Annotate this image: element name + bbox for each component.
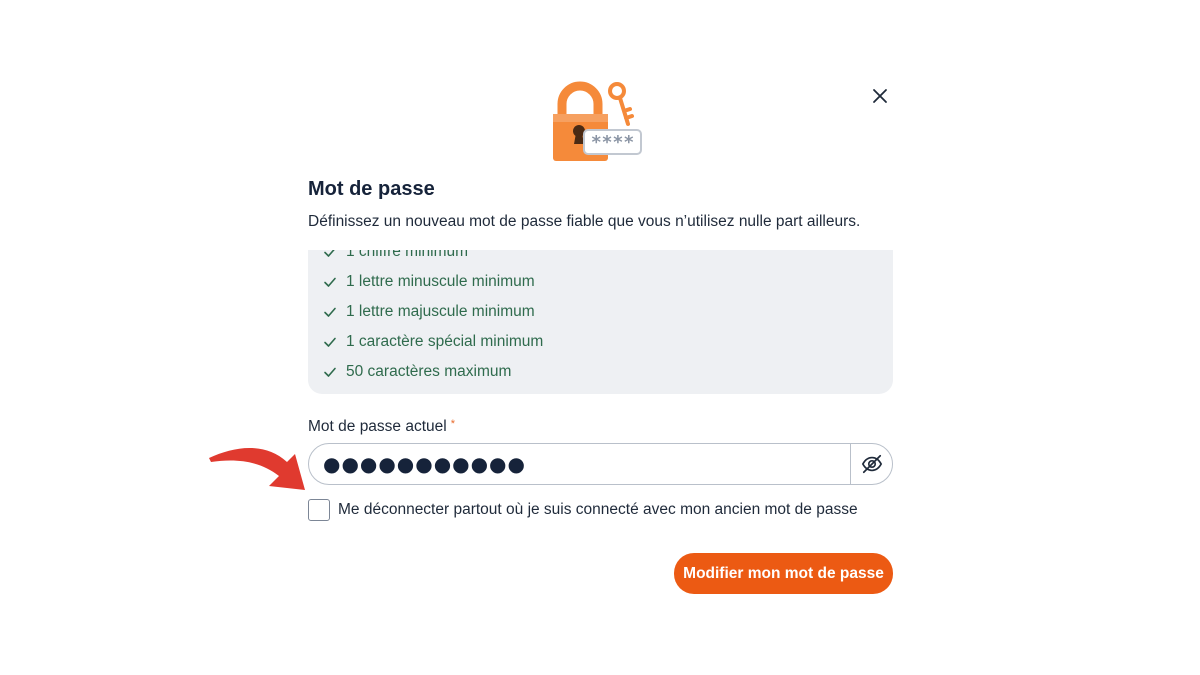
check-icon <box>323 335 337 349</box>
rule-label: 1 chiffre minimum <box>346 250 469 260</box>
toggle-password-visibility-button[interactable] <box>850 444 892 484</box>
current-password-field <box>308 443 893 485</box>
password-rules-list: 1 chiffre minimum 1 lettre minuscule min… <box>308 250 893 394</box>
check-icon <box>323 275 337 289</box>
password-mask: **** <box>591 132 634 153</box>
check-icon <box>323 250 337 259</box>
current-password-input[interactable] <box>323 444 843 484</box>
rule-label: 1 lettre majuscule minimum <box>346 303 535 320</box>
password-dialog: **** Mot de passe Définissez un nouveau … <box>0 0 1200 675</box>
rule-label: 50 caractères maximum <box>346 363 512 380</box>
check-icon <box>323 305 337 319</box>
current-password-label: Mot de passe actuel * <box>308 418 455 436</box>
red-arrow-icon <box>209 448 305 490</box>
dialog-title: Mot de passe <box>308 178 435 200</box>
check-icon <box>323 365 337 379</box>
current-password-label-text: Mot de passe actuel <box>308 418 447 435</box>
rule-item: 1 lettre minuscule minimum <box>323 267 543 297</box>
rule-label: 1 lettre minuscule minimum <box>346 273 535 290</box>
eye-off-icon <box>861 454 882 474</box>
padlock-key-password-icon: **** <box>553 81 642 161</box>
required-mark: * <box>450 418 456 430</box>
dialog-subtitle: Définissez un nouveau mot de passe fiabl… <box>308 213 861 230</box>
rule-item: 50 caractères maximum <box>323 357 543 387</box>
rule-item: 1 lettre majuscule minimum <box>323 297 543 327</box>
change-password-button[interactable]: Modifier mon mot de passe <box>674 553 893 594</box>
logout-everywhere-checkbox[interactable] <box>308 499 330 521</box>
logout-everywhere-row[interactable]: Me déconnecter partout où je suis connec… <box>308 499 858 521</box>
logout-everywhere-label[interactable]: Me déconnecter partout où je suis connec… <box>338 501 858 519</box>
close-button[interactable] <box>866 82 894 110</box>
rule-label: 1 caractère spécial minimum <box>346 333 544 350</box>
close-icon <box>873 89 887 103</box>
rule-item: 1 caractère spécial minimum <box>323 327 543 357</box>
rule-item: 1 chiffre minimum <box>323 250 543 267</box>
